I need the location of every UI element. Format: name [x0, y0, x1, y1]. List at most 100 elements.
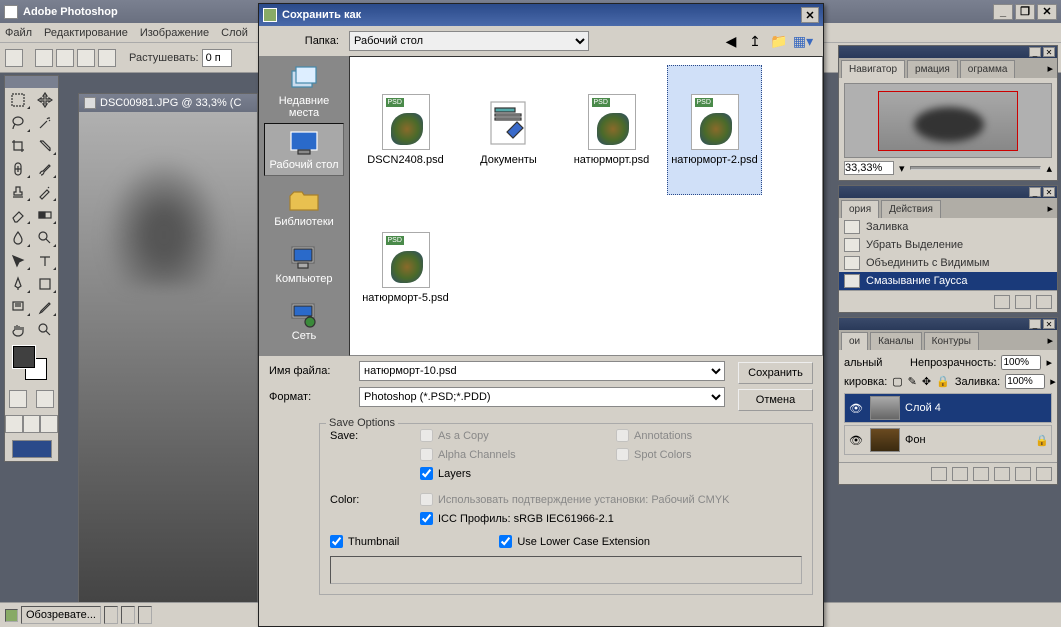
tool-crop[interactable] — [5, 134, 32, 157]
tab-paths[interactable]: Контуры — [924, 332, 979, 350]
file-item[interactable]: натюрморт-2.psd — [667, 65, 762, 195]
fill-dropdown-icon[interactable]: ▸ — [1050, 375, 1056, 388]
panel-close-icon[interactable]: ✕ — [1043, 47, 1055, 57]
lock-all-icon[interactable]: 🔒 — [936, 375, 950, 388]
panel-minimize-icon[interactable]: _ — [1029, 319, 1041, 329]
tool-slice[interactable] — [32, 134, 59, 157]
tab-actions[interactable]: Действия — [881, 200, 941, 218]
place-desktop[interactable]: Рабочий стол — [264, 123, 344, 176]
tool-pen[interactable] — [5, 272, 32, 295]
tab-navigator[interactable]: Навигатор — [841, 60, 905, 78]
panel-minimize-icon[interactable]: _ — [1029, 187, 1041, 197]
checkbox-as-copy[interactable]: As a Copy — [420, 429, 606, 442]
checkbox-lowercase[interactable]: Use Lower Case Extension — [499, 535, 650, 548]
tool-eraser[interactable] — [5, 203, 32, 226]
tool-gradient[interactable] — [32, 203, 59, 226]
tool-notes[interactable] — [5, 295, 32, 318]
lock-pixels-icon[interactable]: ✎ — [908, 375, 917, 388]
color-swatches[interactable] — [5, 341, 58, 386]
visibility-icon[interactable]: 👁 — [847, 431, 865, 449]
quickmask-mask-icon[interactable] — [36, 390, 54, 408]
foreground-color-swatch[interactable] — [13, 346, 35, 368]
selection-subtract-icon[interactable] — [77, 49, 95, 67]
feather-input[interactable] — [202, 49, 232, 67]
selection-add-icon[interactable] — [56, 49, 74, 67]
panel-close-icon[interactable]: ✕ — [1043, 187, 1055, 197]
menu-image[interactable]: Изображение — [140, 27, 209, 39]
selection-new-icon[interactable] — [35, 49, 53, 67]
panel-minimize-icon[interactable]: _ — [1029, 47, 1041, 57]
selection-intersect-icon[interactable] — [98, 49, 116, 67]
zoom-input[interactable] — [844, 161, 894, 175]
tool-stamp[interactable] — [5, 180, 32, 203]
tool-brush[interactable] — [32, 157, 59, 180]
canvas[interactable] — [79, 112, 257, 622]
tab-history[interactable]: ория — [841, 200, 879, 218]
dialog-close-button[interactable]: ✕ — [801, 7, 819, 23]
new-folder-icon[interactable]: 📁 — [769, 31, 789, 51]
format-select[interactable]: Photoshop (*.PSD;*.PDD) — [359, 387, 725, 407]
trash-icon[interactable] — [1036, 467, 1052, 481]
file-item[interactable]: натюрморт-5.psd — [358, 203, 453, 333]
new-snapshot-icon[interactable] — [994, 295, 1010, 309]
panel-menu-icon[interactable]: ▸ — [1043, 199, 1057, 218]
place-computer[interactable]: Компьютер — [264, 238, 344, 291]
checkbox-alpha[interactable]: Alpha Channels — [420, 448, 606, 461]
tool-eyedropper[interactable] — [32, 295, 59, 318]
tool-move[interactable] — [32, 88, 59, 111]
tool-zoom[interactable] — [32, 318, 59, 341]
close-button[interactable]: ✕ — [1037, 4, 1057, 20]
document-titlebar[interactable]: DSC00981.JPG @ 33,3% (С — [79, 94, 257, 112]
fill-input[interactable] — [1005, 374, 1045, 389]
tab-histogram[interactable]: ограмма — [960, 60, 1016, 78]
minimize-button[interactable]: _ — [993, 4, 1013, 20]
folder-select[interactable]: Рабочий стол — [349, 31, 589, 51]
opacity-input[interactable] — [1001, 355, 1041, 370]
menu-file[interactable]: Файл — [5, 27, 32, 39]
place-libraries[interactable]: Библиотеки — [264, 180, 344, 233]
history-item[interactable]: Заливка — [839, 218, 1057, 236]
opacity-dropdown-icon[interactable]: ▸ — [1046, 356, 1052, 369]
checkbox-spot[interactable]: Spot Colors — [616, 448, 802, 461]
layer-mask-icon[interactable] — [952, 467, 968, 481]
lock-transparency-icon[interactable]: ▢ — [892, 375, 902, 388]
quickmask-standard-icon[interactable] — [9, 390, 27, 408]
navigator-preview[interactable] — [844, 83, 1052, 158]
tool-blur[interactable] — [5, 226, 32, 249]
file-list[interactable]: DSCN2408.psd Документы натюрморт.psd нат… — [349, 56, 823, 356]
tool-lasso[interactable] — [5, 111, 32, 134]
checkbox-layers[interactable]: Layers — [420, 467, 606, 480]
layer-style-icon[interactable] — [931, 467, 947, 481]
tool-wand[interactable] — [32, 111, 59, 134]
zoom-slider[interactable] — [910, 166, 1042, 170]
place-recent[interactable]: Недавние места — [264, 64, 344, 119]
file-item[interactable]: DSCN2408.psd — [358, 65, 453, 195]
imageready-icon[interactable] — [5, 609, 18, 622]
dialog-titlebar[interactable]: Сохранить как ✕ — [259, 4, 823, 26]
new-set-icon[interactable] — [973, 467, 989, 481]
maximize-button[interactable]: ❐ — [1015, 4, 1035, 20]
history-item[interactable]: Убрать Выделение — [839, 236, 1057, 254]
visibility-icon[interactable]: 👁 — [847, 399, 865, 417]
new-layer-icon[interactable] — [1015, 467, 1031, 481]
panel-menu-icon[interactable]: ▸ — [1043, 59, 1057, 78]
menu-layer[interactable]: Слой — [221, 27, 248, 39]
zoom-in-icon[interactable]: ▴ — [1046, 162, 1052, 175]
tool-marquee[interactable] — [5, 88, 32, 111]
trash-icon[interactable] — [1036, 295, 1052, 309]
panel-close-icon[interactable]: ✕ — [1043, 319, 1055, 329]
checkbox-annotations[interactable]: Annotations — [616, 429, 802, 442]
tab-info[interactable]: рмация — [907, 60, 958, 78]
menu-edit[interactable]: Редактирование — [44, 27, 128, 39]
view-menu-icon[interactable]: ▦▾ — [793, 31, 813, 51]
tab-layers[interactable]: ои — [841, 332, 868, 350]
status-icon[interactable] — [121, 606, 135, 624]
tool-shape[interactable] — [32, 272, 59, 295]
tool-path-select[interactable] — [5, 249, 32, 272]
checkbox-icc[interactable]: ICC Профиль: sRGB IEC61966-2.1 — [420, 512, 802, 525]
layer-row[interactable]: 👁 Фон 🔒 — [844, 425, 1052, 455]
file-item[interactable]: натюрморт.psd — [564, 65, 659, 195]
tool-hand[interactable] — [5, 318, 32, 341]
tool-healing[interactable] — [5, 157, 32, 180]
adjustment-layer-icon[interactable] — [994, 467, 1010, 481]
